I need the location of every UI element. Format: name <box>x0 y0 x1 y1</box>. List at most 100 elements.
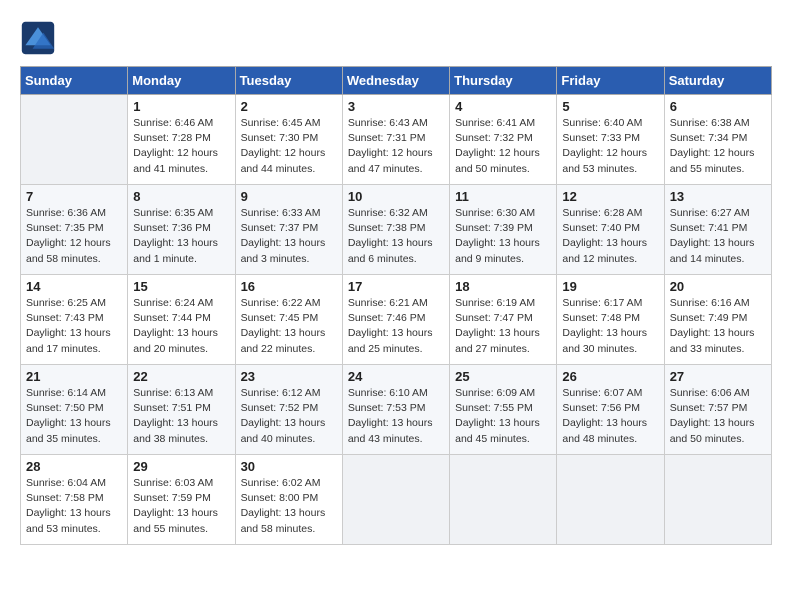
calendar-week-row: 28 Sunrise: 6:04 AMSunset: 7:58 PMDayligh… <box>21 455 772 545</box>
day-info: Sunrise: 6:19 AMSunset: 7:47 PMDaylight:… <box>455 296 551 357</box>
calendar-cell: 28 Sunrise: 6:04 AMSunset: 7:58 PMDayligh… <box>21 455 128 545</box>
calendar-cell: 26 Sunrise: 6:07 AMSunset: 7:56 PMDayligh… <box>557 365 664 455</box>
day-number: 27 <box>670 369 766 384</box>
calendar-cell <box>664 455 771 545</box>
weekday-header-tuesday: Tuesday <box>235 67 342 95</box>
day-number: 29 <box>133 459 229 474</box>
calendar-week-row: 21 Sunrise: 6:14 AMSunset: 7:50 PMDayligh… <box>21 365 772 455</box>
day-info: Sunrise: 6:24 AMSunset: 7:44 PMDaylight:… <box>133 296 229 357</box>
day-number: 5 <box>562 99 658 114</box>
calendar-cell: 13 Sunrise: 6:27 AMSunset: 7:41 PMDayligh… <box>664 185 771 275</box>
weekday-header-wednesday: Wednesday <box>342 67 449 95</box>
calendar-cell: 15 Sunrise: 6:24 AMSunset: 7:44 PMDayligh… <box>128 275 235 365</box>
day-number: 3 <box>348 99 444 114</box>
day-number: 1 <box>133 99 229 114</box>
calendar-week-row: 1 Sunrise: 6:46 AMSunset: 7:28 PMDaylight… <box>21 95 772 185</box>
day-number: 2 <box>241 99 337 114</box>
calendar-cell: 30 Sunrise: 6:02 AMSunset: 8:00 PMDayligh… <box>235 455 342 545</box>
day-number: 11 <box>455 189 551 204</box>
day-info: Sunrise: 6:21 AMSunset: 7:46 PMDaylight:… <box>348 296 444 357</box>
day-info: Sunrise: 6:36 AMSunset: 7:35 PMDaylight:… <box>26 206 122 267</box>
page-header <box>20 20 772 56</box>
calendar-cell: 2 Sunrise: 6:45 AMSunset: 7:30 PMDaylight… <box>235 95 342 185</box>
day-info: Sunrise: 6:17 AMSunset: 7:48 PMDaylight:… <box>562 296 658 357</box>
calendar-week-row: 14 Sunrise: 6:25 AMSunset: 7:43 PMDayligh… <box>21 275 772 365</box>
calendar-cell: 3 Sunrise: 6:43 AMSunset: 7:31 PMDaylight… <box>342 95 449 185</box>
day-info: Sunrise: 6:22 AMSunset: 7:45 PMDaylight:… <box>241 296 337 357</box>
calendar-cell: 23 Sunrise: 6:12 AMSunset: 7:52 PMDayligh… <box>235 365 342 455</box>
day-info: Sunrise: 6:30 AMSunset: 7:39 PMDaylight:… <box>455 206 551 267</box>
calendar-cell: 5 Sunrise: 6:40 AMSunset: 7:33 PMDaylight… <box>557 95 664 185</box>
calendar-cell: 8Sunrise: 6:35 AMSunset: 7:36 PMDaylight… <box>128 185 235 275</box>
calendar-cell: 24 Sunrise: 6:10 AMSunset: 7:53 PMDayligh… <box>342 365 449 455</box>
day-number: 14 <box>26 279 122 294</box>
day-number: 17 <box>348 279 444 294</box>
day-info: Sunrise: 6:09 AMSunset: 7:55 PMDaylight:… <box>455 386 551 447</box>
calendar-cell: 1 Sunrise: 6:46 AMSunset: 7:28 PMDaylight… <box>128 95 235 185</box>
calendar-cell: 4Sunrise: 6:41 AMSunset: 7:32 PMDaylight… <box>450 95 557 185</box>
calendar-cell: 29 Sunrise: 6:03 AMSunset: 7:59 PMDayligh… <box>128 455 235 545</box>
calendar-cell: 21 Sunrise: 6:14 AMSunset: 7:50 PMDayligh… <box>21 365 128 455</box>
day-info: Sunrise: 6:13 AMSunset: 7:51 PMDaylight:… <box>133 386 229 447</box>
weekday-header-friday: Friday <box>557 67 664 95</box>
day-number: 23 <box>241 369 337 384</box>
day-info: Sunrise: 6:02 AMSunset: 8:00 PMDaylight:… <box>241 476 337 537</box>
day-number: 20 <box>670 279 766 294</box>
day-number: 19 <box>562 279 658 294</box>
day-info: Sunrise: 6:04 AMSunset: 7:58 PMDaylight:… <box>26 476 122 537</box>
day-number: 7 <box>26 189 122 204</box>
day-number: 12 <box>562 189 658 204</box>
day-number: 26 <box>562 369 658 384</box>
day-info: Sunrise: 6:28 AMSunset: 7:40 PMDaylight:… <box>562 206 658 267</box>
day-info: Sunrise: 6:32 AMSunset: 7:38 PMDaylight:… <box>348 206 444 267</box>
calendar-cell: 12 Sunrise: 6:28 AMSunset: 7:40 PMDayligh… <box>557 185 664 275</box>
calendar-cell: 7 Sunrise: 6:36 AMSunset: 7:35 PMDaylight… <box>21 185 128 275</box>
day-number: 30 <box>241 459 337 474</box>
day-number: 18 <box>455 279 551 294</box>
day-info: Sunrise: 6:07 AMSunset: 7:56 PMDaylight:… <box>562 386 658 447</box>
logo-icon <box>20 20 56 56</box>
day-info: Sunrise: 6:27 AMSunset: 7:41 PMDaylight:… <box>670 206 766 267</box>
day-info: Sunrise: 6:12 AMSunset: 7:52 PMDaylight:… <box>241 386 337 447</box>
day-info: Sunrise: 6:14 AMSunset: 7:50 PMDaylight:… <box>26 386 122 447</box>
day-info: Sunrise: 6:06 AMSunset: 7:57 PMDaylight:… <box>670 386 766 447</box>
day-info: Sunrise: 6:43 AMSunset: 7:31 PMDaylight:… <box>348 116 444 177</box>
calendar-cell: 17 Sunrise: 6:21 AMSunset: 7:46 PMDayligh… <box>342 275 449 365</box>
calendar-cell <box>557 455 664 545</box>
day-info: Sunrise: 6:35 AMSunset: 7:36 PMDaylight:… <box>133 206 229 267</box>
calendar-cell <box>21 95 128 185</box>
day-info: Sunrise: 6:25 AMSunset: 7:43 PMDaylight:… <box>26 296 122 357</box>
calendar-cell: 20 Sunrise: 6:16 AMSunset: 7:49 PMDayligh… <box>664 275 771 365</box>
weekday-header-monday: Monday <box>128 67 235 95</box>
weekday-header-sunday: Sunday <box>21 67 128 95</box>
calendar-cell: 19 Sunrise: 6:17 AMSunset: 7:48 PMDayligh… <box>557 275 664 365</box>
day-info: Sunrise: 6:10 AMSunset: 7:53 PMDaylight:… <box>348 386 444 447</box>
day-number: 21 <box>26 369 122 384</box>
calendar-cell: 6Sunrise: 6:38 AMSunset: 7:34 PMDaylight… <box>664 95 771 185</box>
calendar-cell: 16 Sunrise: 6:22 AMSunset: 7:45 PMDayligh… <box>235 275 342 365</box>
day-info: Sunrise: 6:03 AMSunset: 7:59 PMDaylight:… <box>133 476 229 537</box>
day-info: Sunrise: 6:41 AMSunset: 7:32 PMDaylight:… <box>455 116 551 177</box>
day-info: Sunrise: 6:16 AMSunset: 7:49 PMDaylight:… <box>670 296 766 357</box>
calendar-cell <box>342 455 449 545</box>
calendar-header-row: SundayMondayTuesdayWednesdayThursdayFrid… <box>21 67 772 95</box>
day-info: Sunrise: 6:45 AMSunset: 7:30 PMDaylight:… <box>241 116 337 177</box>
weekday-header-thursday: Thursday <box>450 67 557 95</box>
day-number: 16 <box>241 279 337 294</box>
calendar-cell: 10Sunrise: 6:32 AMSunset: 7:38 PMDayligh… <box>342 185 449 275</box>
calendar-cell: 11 Sunrise: 6:30 AMSunset: 7:39 PMDayligh… <box>450 185 557 275</box>
calendar-cell: 25 Sunrise: 6:09 AMSunset: 7:55 PMDayligh… <box>450 365 557 455</box>
day-info: Sunrise: 6:33 AMSunset: 7:37 PMDaylight:… <box>241 206 337 267</box>
day-info: Sunrise: 6:40 AMSunset: 7:33 PMDaylight:… <box>562 116 658 177</box>
day-number: 15 <box>133 279 229 294</box>
day-number: 24 <box>348 369 444 384</box>
day-number: 22 <box>133 369 229 384</box>
day-info: Sunrise: 6:46 AMSunset: 7:28 PMDaylight:… <box>133 116 229 177</box>
day-number: 25 <box>455 369 551 384</box>
day-number: 28 <box>26 459 122 474</box>
day-number: 13 <box>670 189 766 204</box>
calendar-cell: 22 Sunrise: 6:13 AMSunset: 7:51 PMDayligh… <box>128 365 235 455</box>
weekday-header-saturday: Saturday <box>664 67 771 95</box>
calendar-cell: 9Sunrise: 6:33 AMSunset: 7:37 PMDaylight… <box>235 185 342 275</box>
logo <box>20 20 60 56</box>
